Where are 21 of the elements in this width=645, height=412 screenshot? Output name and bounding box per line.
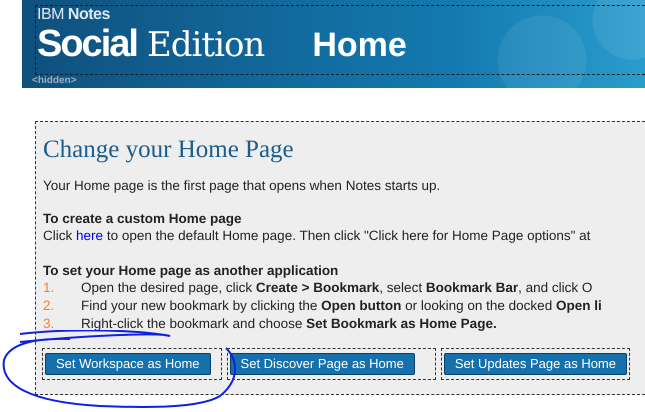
here-link[interactable]: here: [76, 228, 104, 243]
section-heading: To create a custom Home page: [43, 210, 243, 227]
step-number: 2.: [43, 296, 56, 314]
intro-text: Your Home page is the first page that opens when Notes starts up.: [43, 178, 442, 193]
instruction-text: to open the default Home page. Then click "Click here for Home Page options" at: [106, 228, 590, 243]
hidden-label: <hidden>: [32, 75, 76, 86]
set-home-button[interactable]: Set Workspace as Home: [45, 352, 211, 374]
set-home-button[interactable]: Set Updates Page as Home: [444, 352, 627, 374]
edition-label: Edition: [146, 25, 264, 65]
set-home-button[interactable]: Set Discover Page as Home: [230, 352, 415, 374]
section-title: Change your Home Page: [43, 136, 295, 164]
section-heading: To set your Home page as another application: [43, 262, 340, 278]
page-title: Home: [312, 25, 407, 65]
step-text: Right-click the bookmark and choose Set Bookmark as Home Page.: [81, 316, 497, 330]
edition-name: Social: [37, 24, 137, 64]
instruction-text: Click: [43, 228, 72, 243]
step-number: 1.: [43, 278, 56, 296]
product-name: IBM Notes: [37, 6, 111, 24]
step-text: Open the desired page, click Create > Bookmark, select Bookmark Bar, and click O: [81, 280, 592, 294]
step-number: 3.: [43, 314, 56, 332]
step-text: Find your new bookmark by clicking the Open button or looking on the docked Open li: [81, 298, 602, 312]
